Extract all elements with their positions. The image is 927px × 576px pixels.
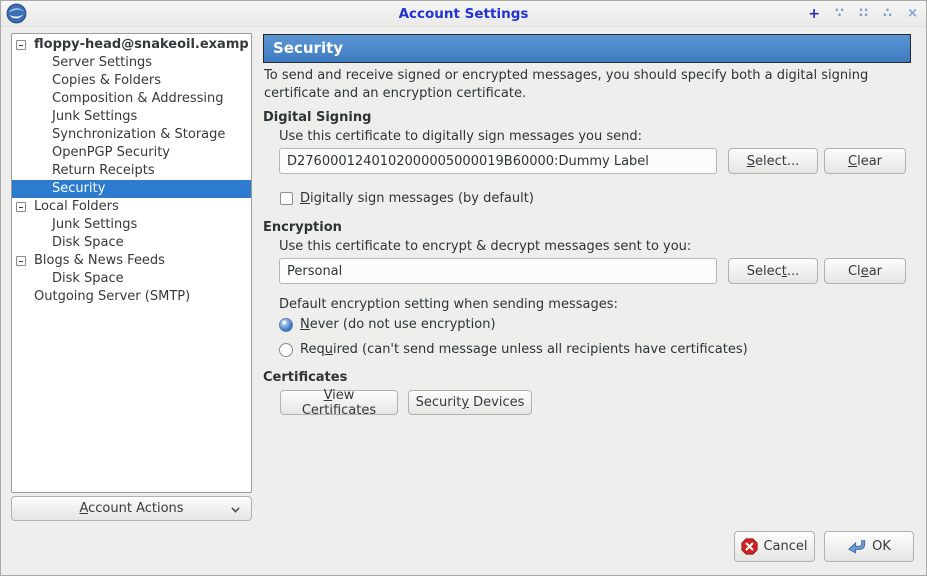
tree-item-composition-addressing[interactable]: Composition & Addressing — [12, 90, 251, 108]
cancel-icon — [741, 538, 758, 555]
ok-button[interactable]: OK — [824, 531, 914, 562]
tree-item-outgoing-server[interactable]: Outgoing Server (SMTP) — [12, 288, 251, 306]
encrypt-never-radio[interactable] — [279, 318, 293, 332]
account-tree: floppy-head@snakeoil.examp Server Settin… — [11, 33, 252, 493]
tree-item-account-root[interactable]: floppy-head@snakeoil.examp — [12, 36, 251, 54]
chevron-down-icon — [231, 504, 239, 512]
encryption-cert-field[interactable] — [279, 258, 717, 284]
window-controls: + ∵ ∷ ∴ × — [808, 1, 918, 27]
tree-item-openpgp-security[interactable]: OpenPGP Security — [12, 144, 251, 162]
ok-label: OK — [872, 539, 891, 554]
window-shade-icon[interactable]: ∵ — [835, 1, 844, 27]
tree-item-copies-folders[interactable]: Copies & Folders — [12, 72, 251, 90]
tree-item-feeds-disk-space[interactable]: Disk Space — [12, 270, 251, 288]
tree-item-local-disk-space[interactable]: Disk Space — [12, 234, 251, 252]
view-certificates-button[interactable]: View Certificates — [280, 390, 398, 415]
encryption-instruction: Use this certificate to encrypt & decryp… — [279, 239, 691, 254]
signing-clear-button[interactable]: Clear — [824, 148, 906, 174]
encrypt-never-label: Never (do not use encryption) — [300, 317, 496, 332]
encryption-default-label: Default encryption setting when sending … — [279, 297, 618, 312]
security-devices-button[interactable]: Security Devices — [408, 390, 532, 415]
tree-item-server-settings[interactable]: Server Settings — [12, 54, 251, 72]
account-actions-button[interactable]: Account Actions — [11, 496, 252, 521]
window-maximize-icon[interactable]: ∴ — [883, 1, 892, 27]
window-menu-icon[interactable]: + — [808, 1, 820, 27]
tree-item-junk-settings[interactable]: Junk Settings — [12, 108, 251, 126]
account-settings-window: Account Settings + ∵ ∷ ∴ × floppy-head@s… — [0, 0, 927, 576]
encryption-clear-button[interactable]: Clear — [824, 258, 906, 284]
tree-item-local-junk-settings[interactable]: Junk Settings — [12, 216, 251, 234]
tree-item-blogs-news-feeds[interactable]: Blogs & News Feeds — [12, 252, 251, 270]
tree-item-local-folders[interactable]: Local Folders — [12, 198, 251, 216]
tree-item-sync-storage[interactable]: Synchronization & Storage — [12, 126, 251, 144]
security-panel-header: Security — [263, 34, 911, 63]
collapse-icon[interactable] — [16, 40, 26, 50]
signing-cert-field[interactable] — [279, 148, 717, 174]
encryption-heading: Encryption — [263, 220, 342, 235]
tree-item-security[interactable]: Security — [12, 180, 251, 198]
account-actions-label: Account Actions — [79, 501, 183, 516]
encrypt-required-radio[interactable] — [279, 343, 293, 357]
sign-default-checkbox[interactable] — [280, 192, 293, 205]
sign-default-label: Digitally sign messages (by default) — [300, 191, 534, 206]
certificates-heading: Certificates — [263, 370, 347, 385]
cancel-button[interactable]: Cancel — [734, 531, 815, 562]
window-title: Account Settings — [1, 1, 926, 27]
tree-item-return-receipts[interactable]: Return Receipts — [12, 162, 251, 180]
encryption-select-button[interactable]: Select... — [728, 258, 818, 284]
signing-instruction: Use this certificate to digitally sign m… — [279, 129, 642, 144]
security-intro: To send and receive signed or encrypted … — [264, 67, 919, 103]
collapse-icon[interactable] — [16, 256, 26, 266]
signing-select-button[interactable]: Select... — [728, 148, 818, 174]
collapse-icon[interactable] — [16, 202, 26, 212]
window-minimize-icon[interactable]: ∷ — [859, 1, 868, 27]
titlebar: Account Settings + ∵ ∷ ∴ × — [1, 1, 926, 27]
encrypt-required-label: Required (can't send message unless all … — [300, 342, 748, 357]
signing-heading: Digital Signing — [263, 110, 371, 125]
window-close-icon[interactable]: × — [907, 1, 918, 27]
ok-icon — [847, 538, 867, 556]
cancel-label: Cancel — [763, 539, 807, 554]
